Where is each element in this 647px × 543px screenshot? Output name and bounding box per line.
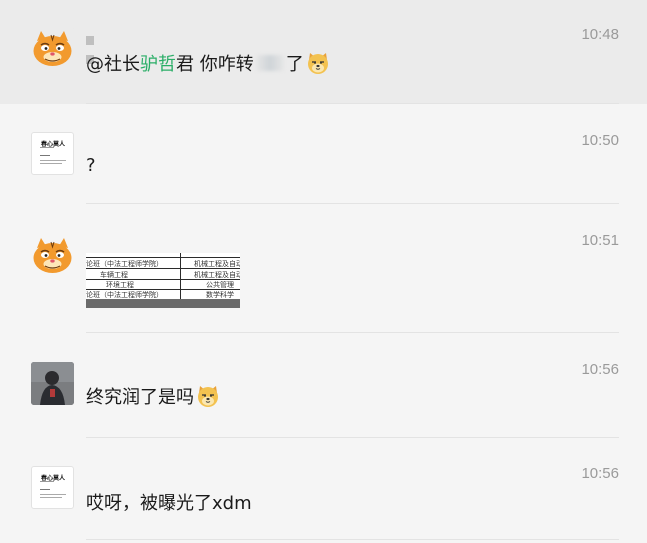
table-cell: 机械工程及自动	[194, 271, 240, 279]
table-cell: 公共管理	[206, 281, 234, 289]
mention-name[interactable]: 驴哲	[140, 50, 176, 76]
redacted-blur	[255, 55, 284, 71]
message-time: 10:51	[581, 232, 619, 249]
document-avatar[interactable]: 春心莫人	[31, 132, 74, 175]
message-text-part: 终究润了是吗	[86, 387, 194, 408]
message-time: 10:48	[581, 26, 619, 43]
sender-name-redacted	[86, 30, 156, 64]
doge-emoji-icon	[306, 51, 330, 75]
message-time: 10:56	[581, 465, 619, 482]
message-item-2[interactable]: 春心莫人 10:50 ?	[0, 104, 647, 204]
garfield-avatar[interactable]	[31, 27, 74, 70]
message-text: 终究润了是吗	[86, 383, 220, 409]
person-photo-avatar[interactable]	[31, 362, 74, 405]
message-item-1[interactable]: 10:48 @社长 驴哲君 你咋转 了	[0, 0, 647, 104]
table-cell: 车辆工程	[100, 271, 128, 279]
table-screenshot-image[interactable]: 论班（中法工程师学院） 机械工程及自动 车辆工程 机械工程及自动 环境工程 公共…	[86, 253, 240, 308]
message-item-4[interactable]: 10:56 终究润了是吗	[0, 333, 647, 438]
message-text-part: 了	[285, 54, 304, 75]
mention-prefix: @社长	[86, 54, 140, 75]
message-time: 10:50	[581, 132, 619, 149]
document-avatar[interactable]: 春心莫人	[31, 466, 74, 509]
divider	[86, 539, 619, 540]
doge-emoji-icon	[196, 384, 220, 408]
table-cell: 环境工程	[106, 281, 134, 289]
table-cell: 机械工程及自动	[194, 260, 240, 268]
garfield-avatar[interactable]	[31, 234, 74, 277]
message-text: ?	[86, 155, 96, 176]
message-time: 10:56	[581, 361, 619, 378]
message-text-part: 君 你咋转	[176, 54, 254, 75]
message-text: 哎呀，被曝光了xdm	[86, 493, 252, 514]
message-item-5[interactable]: 春心莫人 10:56 哎呀，被曝光了xdm	[0, 438, 647, 543]
table-cell: 论班（中法工程师学院）	[86, 260, 163, 268]
message-text: @社长 驴哲君 你咋转 了	[86, 50, 330, 76]
